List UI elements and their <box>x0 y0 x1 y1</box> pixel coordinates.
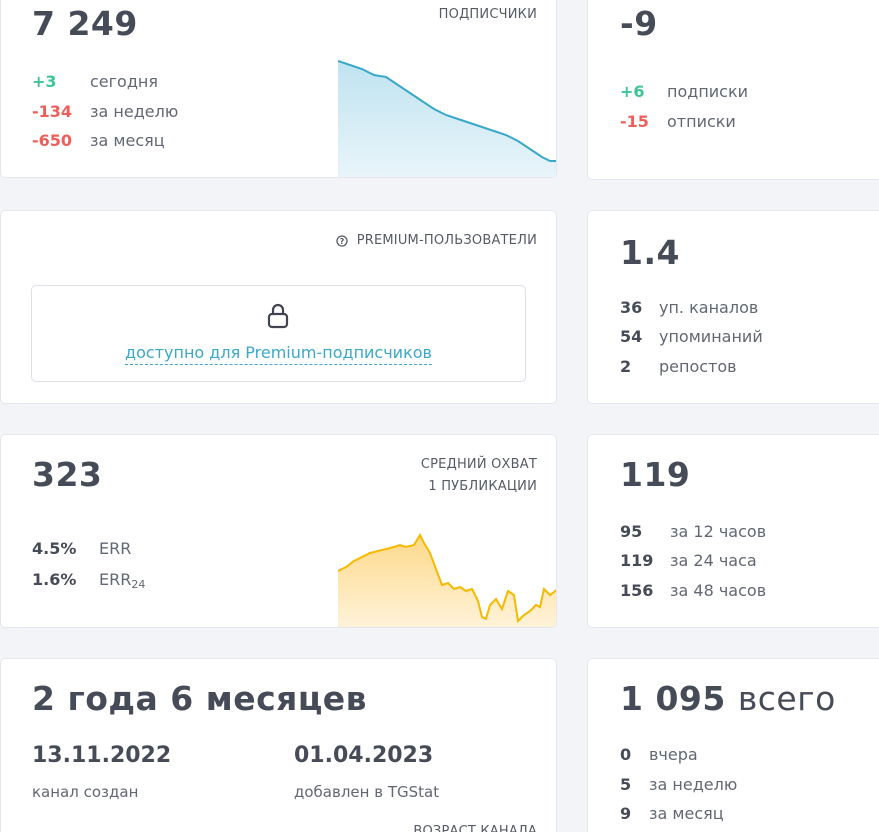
premium-caption-text: PREMIUM-ПОЛЬЗОВАТЕЛИ <box>356 233 537 248</box>
views-card: 119 95 за 12 часов 119 за 24 часа 156 за… <box>587 434 879 628</box>
net-change-row-subscribed: +6 подписки <box>620 82 748 101</box>
stat-label: за месяц <box>90 131 165 150</box>
subscribers-card: 7 249 ПОДПИСЧИКИ +3 сегодня -134 за неде… <box>0 0 557 178</box>
stat-label: репостов <box>659 357 737 376</box>
stat-value: 36 <box>620 298 643 317</box>
stat-value: 0 <box>620 745 632 764</box>
posts-total-value: 1 095 <box>620 679 726 718</box>
age-created-label: канал создан <box>32 783 139 801</box>
subscribers-row-week: -134 за неделю <box>32 102 178 121</box>
reach-caption-line2: 1 ПУБЛИКАЦИИ <box>428 479 537 494</box>
age-added-label: добавлен в TGStat <box>294 783 440 801</box>
stat-value: 156 <box>620 581 654 600</box>
views-row-48h: 156 за 48 часов <box>620 581 766 600</box>
stat-value: -15 <box>620 112 649 131</box>
stat-value: +3 <box>32 72 57 91</box>
stat-label: за 24 часа <box>670 551 757 570</box>
citation-row-channels: 36 уп. каналов <box>620 298 758 317</box>
views-row-24h: 119 за 24 часа <box>620 551 757 570</box>
posts-total-suffix: всего <box>737 679 836 718</box>
posts-card: 1 095 всего 0 вчера 5 за неделю 9 за мес… <box>587 658 879 832</box>
posts-row-month: 9 за месяц <box>620 804 724 823</box>
stat-value: 9 <box>620 804 632 823</box>
reach-total: 323 <box>32 455 103 494</box>
stat-label: уп. каналов <box>659 298 759 317</box>
stat-value: 119 <box>620 551 654 570</box>
posts-row-week: 5 за неделю <box>620 775 737 794</box>
stat-label: ERR24 <box>99 570 146 591</box>
views-total: 119 <box>620 455 691 494</box>
stat-value: 95 <box>620 522 643 541</box>
stat-value: 4.5% <box>32 539 77 558</box>
stat-value: -650 <box>32 131 73 150</box>
reach-caption: СРЕДНИЙ ОХВАТ 1 ПУБЛИКАЦИИ <box>421 454 537 498</box>
stat-label: отписки <box>667 112 736 131</box>
age-total: 2 года 6 месяцев <box>32 679 368 718</box>
stat-value: 54 <box>620 327 643 346</box>
stat-label: упоминаний <box>659 327 763 346</box>
subscribers-caption: ПОДПИСЧИКИ <box>438 7 537 22</box>
lock-icon <box>267 303 289 329</box>
stat-label: ERR <box>99 539 132 558</box>
premium-locked-box: доступно для Premium-подписчиков <box>31 285 526 382</box>
subscribers-row-month: -650 за месяц <box>32 131 165 150</box>
question-circle-icon[interactable]: ? <box>336 235 348 247</box>
reach-row-err: 4.5% ERR <box>32 539 131 558</box>
reach-row-err24: 1.6% ERR24 <box>32 570 145 591</box>
stat-label: сегодня <box>90 72 158 91</box>
net-change-total: -9 <box>620 4 658 43</box>
net-change-card: -9 +6 подписки -15 отписки <box>587 0 879 180</box>
stat-label: за 48 часов <box>670 581 767 600</box>
views-row-12h: 95 за 12 часов <box>620 522 766 541</box>
age-added-date: 01.04.2023 <box>294 743 434 768</box>
stat-label: за 12 часов <box>670 522 767 541</box>
citation-card: 1.4 36 уп. каналов 54 упоминаний 2 репос… <box>587 210 879 404</box>
citation-row-reposts: 2 репостов <box>620 357 737 376</box>
stat-label: за неделю <box>90 102 179 121</box>
subscribers-total: 7 249 <box>32 4 138 43</box>
stat-label: за месяц <box>649 804 724 823</box>
stat-label: подписки <box>667 82 749 101</box>
stat-label: вчера <box>649 745 698 764</box>
posts-total: 1 095 всего <box>620 679 836 718</box>
sparkline-area <box>338 61 556 177</box>
stat-value: 2 <box>620 357 632 376</box>
premium-card: ? PREMIUM-ПОЛЬЗОВАТЕЛИ доступно для Prem… <box>0 210 557 404</box>
reach-card: 323 СРЕДНИЙ ОХВАТ 1 ПУБЛИКАЦИИ 4.5% ERR … <box>0 434 557 628</box>
premium-link[interactable]: доступно для Premium-подписчиков <box>32 343 525 365</box>
age-card: 2 года 6 месяцев 13.11.2022 канал создан… <box>0 658 557 832</box>
premium-caption: ? PREMIUM-ПОЛЬЗОВАТЕЛИ <box>336 230 537 252</box>
stat-value: -134 <box>32 102 73 121</box>
subscribers-row-today: +3 сегодня <box>32 72 158 91</box>
posts-row-yesterday: 0 вчера <box>620 745 698 764</box>
reach-sparkline <box>338 532 556 627</box>
stat-value: +6 <box>620 82 645 101</box>
citation-total: 1.4 <box>620 233 680 272</box>
stat-value: 5 <box>620 775 632 794</box>
stat-label: за неделю <box>649 775 738 794</box>
net-change-row-unsubscribed: -15 отписки <box>620 112 736 131</box>
svg-text:?: ? <box>339 237 344 246</box>
subscribers-sparkline <box>338 60 556 177</box>
reach-caption-line1: СРЕДНИЙ ОХВАТ <box>420 457 537 472</box>
age-created-date: 13.11.2022 <box>32 743 172 768</box>
stat-value: 1.6% <box>32 570 77 589</box>
age-caption: ВОЗРАСТ КАНАЛА <box>413 824 537 832</box>
citation-row-mentions: 54 упоминаний <box>620 327 763 346</box>
